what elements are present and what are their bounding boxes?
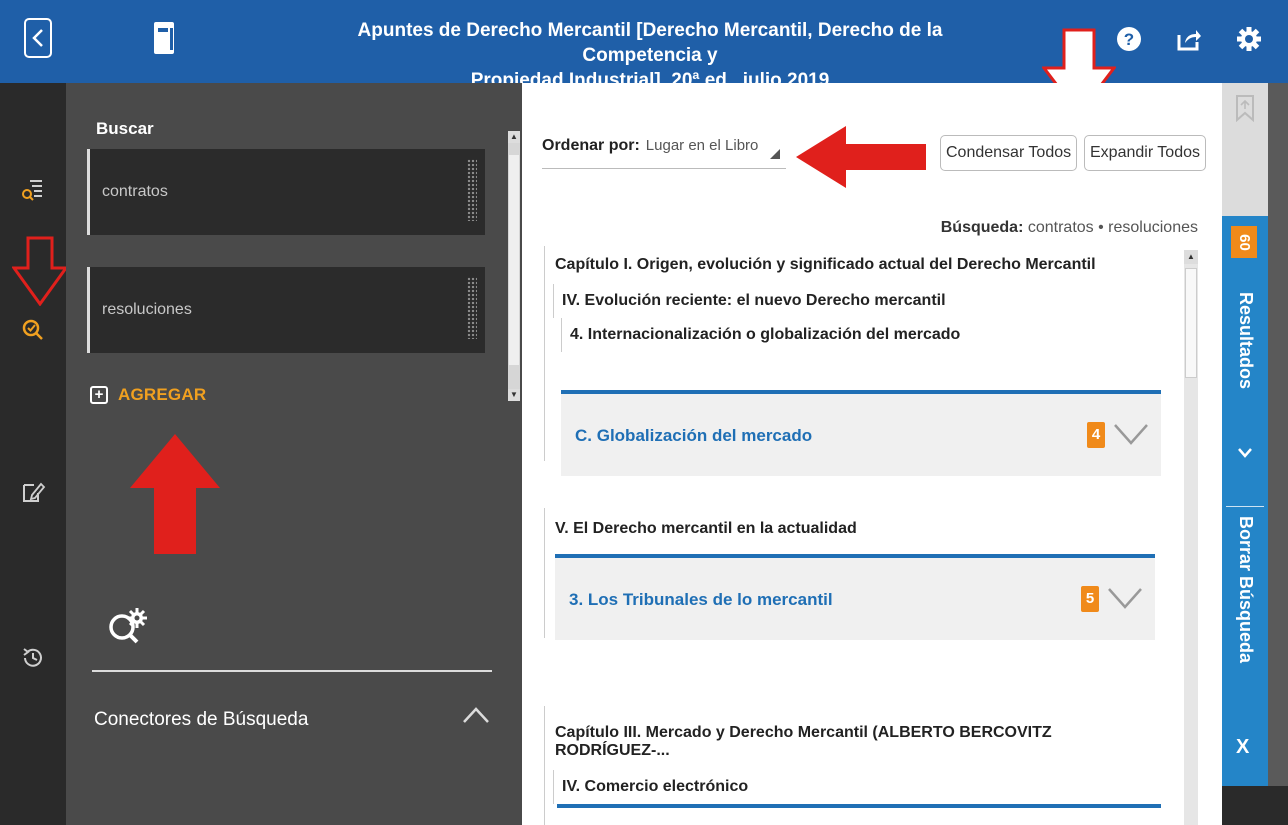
sort-label: Ordenar por: xyxy=(542,137,640,154)
result-item-divider xyxy=(557,804,1161,808)
svg-text:?: ? xyxy=(1124,30,1134,49)
search-icon xyxy=(22,319,43,340)
search-summary-terms: contratos • resoluciones xyxy=(1027,219,1198,236)
section-heading[interactable]: IV. Comercio electrónico xyxy=(553,770,1176,804)
search-term-field-2[interactable]: resoluciones xyxy=(87,267,485,353)
search-term-2: resoluciones xyxy=(102,301,192,318)
dropdown-caret-icon xyxy=(770,149,780,159)
drag-handle-icon[interactable] xyxy=(467,159,477,221)
expand-all-button[interactable]: Expandir Todos xyxy=(1084,135,1206,171)
add-term-label: AGREGAR xyxy=(118,385,207,404)
chapter-heading[interactable]: Capítulo III. Mercado y Derecho Mercanti… xyxy=(545,706,1176,770)
rail-history[interactable] xyxy=(18,643,48,673)
chevron-up-icon[interactable] xyxy=(462,705,490,725)
settings-button[interactable] xyxy=(1234,24,1264,54)
sort-dropdown[interactable]: Ordenar por: Lugar en el Libro xyxy=(542,137,786,169)
search-label: Buscar xyxy=(96,119,154,138)
scroll-up-icon[interactable]: ▲ xyxy=(1184,250,1198,264)
chevron-down-icon[interactable] xyxy=(1113,422,1149,446)
section-heading[interactable]: V. El Derecho mercantil en la actualidad xyxy=(545,508,1176,548)
bookmark-icon[interactable] xyxy=(1234,94,1256,122)
results-tab-label[interactable]: Resultados xyxy=(1235,292,1256,389)
clear-search-label[interactable]: Borrar Búsqueda xyxy=(1235,516,1256,663)
result-group: Capítulo III. Mercado y Derecho Mercanti… xyxy=(544,706,1176,825)
red-arrow-left-annotation xyxy=(796,126,926,188)
result-group: V. El Derecho mercantil en la actualidad… xyxy=(544,508,1176,640)
collapse-all-button[interactable]: Condensar Todos xyxy=(940,135,1078,171)
results-count-badge: 60 xyxy=(1231,226,1257,258)
result-count-badge: 4 xyxy=(1087,422,1105,448)
page-edge-bottom xyxy=(1222,786,1288,825)
results-scrollbar[interactable]: ▲ xyxy=(1184,250,1198,825)
close-icon[interactable]: X xyxy=(1236,736,1249,759)
panel-scrollbar[interactable]: ▲ ▼ xyxy=(508,131,520,401)
document-title: Apuntes de Derecho Mercantil [Derecho Me… xyxy=(300,18,1000,93)
scroll-thumb[interactable] xyxy=(509,155,519,365)
tab-separator xyxy=(1226,506,1264,507)
search-term-field-1[interactable]: contratos xyxy=(87,149,485,235)
chapter-heading[interactable]: Capítulo I. Origen, evolución y signific… xyxy=(545,246,1176,284)
results-side-tab[interactable]: 60 Resultados Borrar Búsqueda X xyxy=(1222,216,1268,786)
result-group: Capítulo I. Origen, evolución y signific… xyxy=(544,246,1176,476)
rail-toc-search[interactable] xyxy=(18,175,48,205)
page-edge xyxy=(1268,83,1288,825)
result-item-title[interactable]: C. Globalización del mercado xyxy=(575,426,812,446)
share-icon xyxy=(1177,30,1201,51)
scroll-up-icon[interactable]: ▲ xyxy=(508,131,520,143)
plus-icon: + xyxy=(90,386,108,404)
drag-handle-icon[interactable] xyxy=(467,277,477,339)
result-item[interactable]: 3. Los Tribunales de lo mercantil 5 xyxy=(555,554,1155,640)
subsection-heading[interactable]: 4. Internacionalización o globalización … xyxy=(561,318,1176,352)
chevron-left-icon xyxy=(32,29,43,47)
results-main: Ordenar por: Lugar en el Libro Condensar … xyxy=(522,83,1222,825)
sort-value: Lugar en el Libro xyxy=(645,137,759,154)
left-rail xyxy=(0,83,66,825)
red-arrow-rail-annotation xyxy=(12,236,68,306)
search-summary: Búsqueda: contratos • resoluciones xyxy=(941,219,1198,237)
notes-icon xyxy=(23,482,46,502)
red-arrow-up-annotation xyxy=(130,434,220,554)
results-count: 60 xyxy=(1235,233,1253,251)
search-term-1: contratos xyxy=(102,183,168,200)
result-item-title[interactable]: 3. Los Tribunales de lo mercantil xyxy=(569,590,833,610)
search-settings-icon[interactable] xyxy=(104,605,154,649)
search-summary-label: Búsqueda: xyxy=(940,219,1024,236)
scroll-thumb[interactable] xyxy=(1185,268,1197,378)
scroll-down-icon[interactable]: ▼ xyxy=(508,389,520,401)
search-connectors-label[interactable]: Conectores de Búsqueda xyxy=(94,709,308,731)
book-icon[interactable] xyxy=(152,20,178,56)
gear-icon xyxy=(1237,27,1261,51)
rail-notes[interactable] xyxy=(18,477,48,507)
rail-search[interactable] xyxy=(18,315,48,345)
add-term-button[interactable]: + AGREGAR xyxy=(90,385,206,405)
section-heading[interactable]: IV. Evolución reciente: el nuevo Derecho… xyxy=(553,284,1176,318)
back-button[interactable] xyxy=(24,18,52,58)
share-button[interactable] xyxy=(1174,24,1204,54)
chevron-down-icon[interactable] xyxy=(1107,586,1143,610)
result-count-badge: 5 xyxy=(1081,586,1099,612)
toc-search-icon xyxy=(22,180,42,201)
title-line-1: Apuntes de Derecho Mercantil [Derecho Me… xyxy=(357,20,943,66)
help-button[interactable]: ? xyxy=(1114,24,1144,54)
result-item[interactable]: C. Globalización del mercado 4 xyxy=(561,390,1161,476)
panel-divider xyxy=(92,670,492,672)
history-icon xyxy=(23,648,42,667)
results-list: Capítulo I. Origen, evolución y signific… xyxy=(544,246,1198,825)
help-icon: ? xyxy=(1117,27,1141,51)
chevron-down-icon[interactable] xyxy=(1236,444,1254,462)
